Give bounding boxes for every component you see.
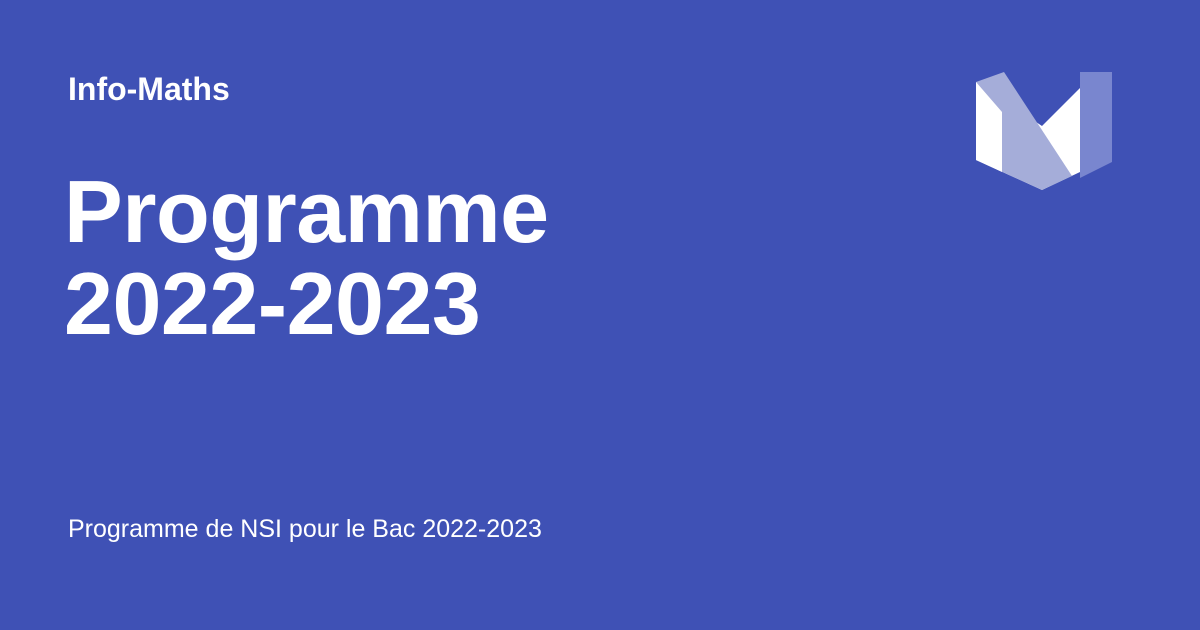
logo-right-panel: [1080, 72, 1112, 178]
material-logo-icon: [976, 72, 1112, 192]
page-title-line-1: Programme: [64, 162, 549, 261]
social-card: Info-Maths Programme 2022-2023 Programme…: [0, 0, 1200, 630]
page-title-line-2: 2022-2023: [64, 254, 481, 353]
page-description: Programme de NSI pour le Bac 2022-2023: [68, 515, 542, 543]
page-title: Programme 2022-2023: [64, 166, 884, 350]
site-name: Info-Maths: [68, 71, 230, 107]
